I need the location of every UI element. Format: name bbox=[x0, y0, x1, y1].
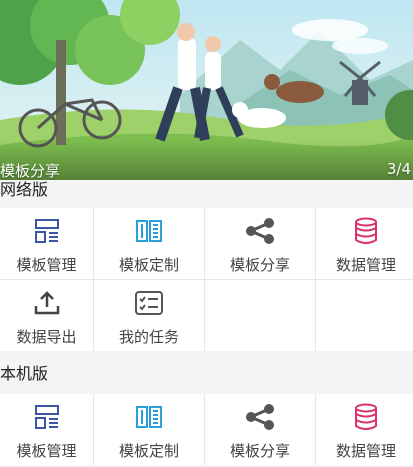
template-manage-button[interactable]: 模板管理 bbox=[0, 208, 93, 279]
section-header-local: 本机版 bbox=[0, 352, 413, 394]
empty-cell bbox=[316, 280, 413, 351]
template-custom-icon bbox=[134, 403, 164, 431]
share-icon bbox=[245, 403, 275, 431]
task-list-icon bbox=[134, 289, 164, 317]
database-icon bbox=[351, 217, 381, 245]
share-icon bbox=[245, 217, 275, 245]
template-custom-icon bbox=[134, 217, 164, 245]
banner-carousel[interactable]: 模板分享 3/4 bbox=[0, 0, 413, 184]
section-header-online: 网络版 bbox=[0, 180, 413, 208]
template-manage-icon bbox=[32, 217, 62, 245]
banner-page-indicator: 3/4 bbox=[386, 160, 411, 178]
local-feature-grid: 模板管理 模板定制 模板分享 数据管理 bbox=[0, 394, 413, 465]
online-feature-grid: 模板管理 模板定制 模板分享 数据管理 数据导出 我的任务 bbox=[0, 208, 413, 351]
local-template-share-button[interactable]: 模板分享 bbox=[205, 394, 315, 465]
data-manage-button[interactable]: 数据管理 bbox=[316, 208, 413, 279]
template-custom-button[interactable]: 模板定制 bbox=[94, 208, 204, 279]
my-tasks-button[interactable]: 我的任务 bbox=[94, 280, 204, 351]
local-template-manage-button[interactable]: 模板管理 bbox=[0, 394, 93, 465]
database-icon bbox=[351, 403, 381, 431]
template-share-button[interactable]: 模板分享 bbox=[205, 208, 315, 279]
banner-caption: 模板分享 bbox=[0, 162, 61, 180]
data-export-button[interactable]: 数据导出 bbox=[0, 280, 93, 351]
section-title: 网络版 bbox=[0, 180, 49, 199]
template-manage-icon bbox=[32, 403, 62, 431]
local-data-manage-button[interactable]: 数据管理 bbox=[316, 394, 413, 465]
empty-cell bbox=[205, 280, 315, 351]
banner-illustration bbox=[0, 0, 413, 184]
export-icon bbox=[32, 289, 62, 317]
local-template-custom-button[interactable]: 模板定制 bbox=[94, 394, 204, 465]
section-title: 本机版 bbox=[0, 364, 49, 383]
